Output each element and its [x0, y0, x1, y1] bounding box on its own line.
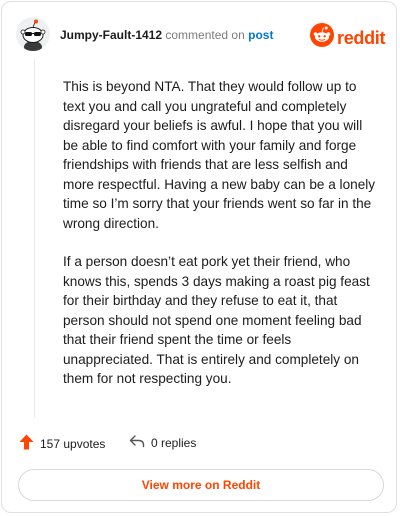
- comment-paragraph: This is beyond NTA. That they would foll…: [63, 79, 376, 231]
- upvote-button[interactable]: 157 upvotes: [19, 434, 105, 453]
- comment-body: This is beyond NTA. That they would foll…: [63, 77, 381, 408]
- view-more-button[interactable]: View more on Reddit: [18, 469, 384, 501]
- reddit-wordmark: reddit: [337, 27, 386, 48]
- reddit-brand[interactable]: reddit: [310, 23, 386, 52]
- reply-arrow-icon: [129, 434, 145, 451]
- username-link[interactable]: Jumpy-Fault-1412: [60, 28, 162, 42]
- action-text: commented on: [165, 28, 245, 42]
- reply-count: 0 replies: [151, 435, 197, 450]
- comment-embed-card: Jumpy-Fault-1412 commented on post reddi…: [1, 1, 397, 513]
- reply-button[interactable]: 0 replies: [129, 434, 196, 451]
- user-avatar-icon[interactable]: [16, 17, 50, 51]
- thread-line: [34, 58, 35, 418]
- reddit-logo-icon: [310, 23, 334, 52]
- upvote-arrow-icon: [19, 434, 34, 453]
- comment-meta: Jumpy-Fault-1412 commented on post: [60, 27, 273, 43]
- post-link[interactable]: post: [248, 28, 273, 42]
- upvote-count: 157 upvotes: [40, 436, 106, 451]
- comment-paragraph: If a person doesn’t eat pork yet their f…: [63, 254, 370, 386]
